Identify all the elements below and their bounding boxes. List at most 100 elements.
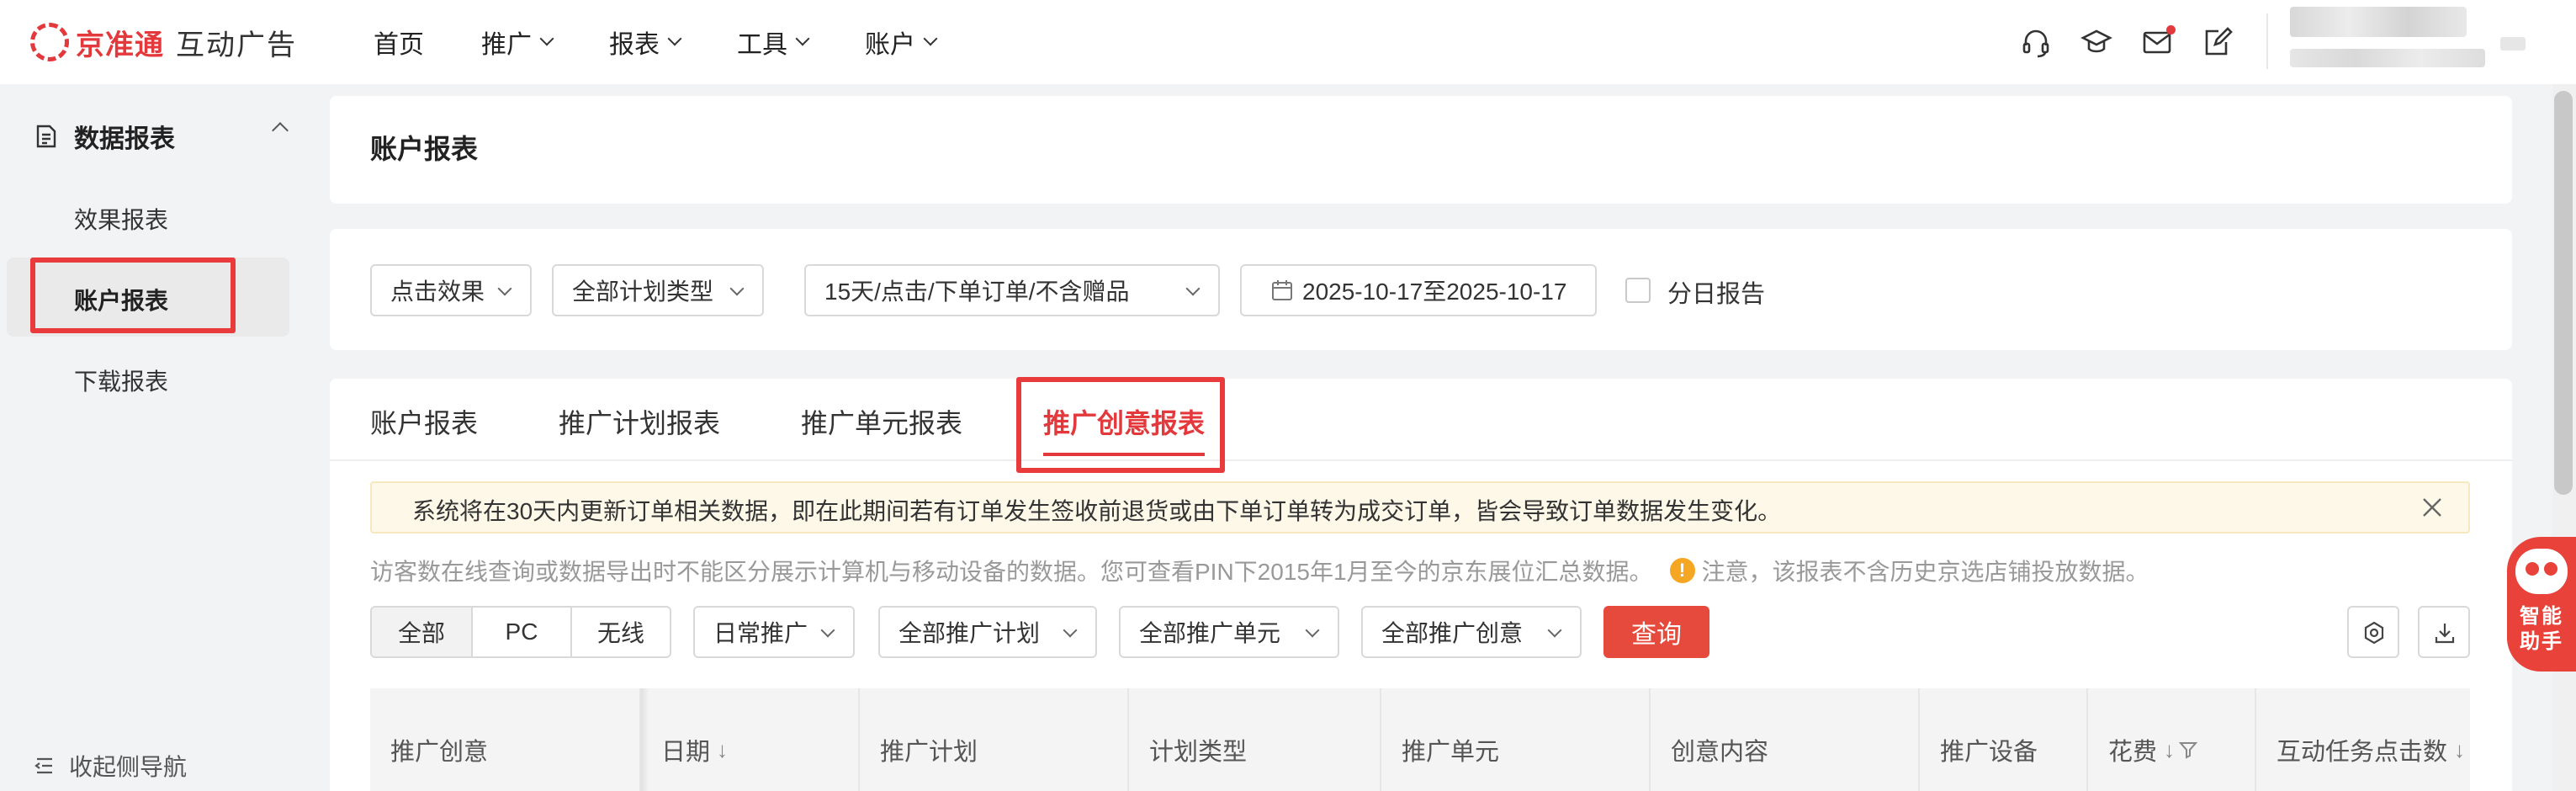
chevron-down-icon bbox=[923, 31, 938, 46]
table-header: 推广创意 日期 ↓ 推广计划 计划类型 推广单元 创意内容 推广设备 花费 ↓ 互动… bbox=[370, 688, 2470, 791]
nav-item-reports[interactable]: 报表 bbox=[609, 24, 682, 61]
column-separator bbox=[1127, 688, 1129, 791]
attribution-select-value: 15天/点击/下单订单/不含赠品 bbox=[824, 279, 1130, 305]
scrollbar-thumb[interactable] bbox=[2554, 91, 2573, 495]
tab-account-report[interactable]: 账户报表 bbox=[370, 402, 478, 441]
nav-item-tools[interactable]: 工具 bbox=[737, 24, 810, 61]
mail-icon[interactable] bbox=[2140, 25, 2176, 59]
smart-assistant-button[interactable]: 智能 助手 bbox=[2507, 537, 2576, 672]
user-account-info[interactable] bbox=[2290, 7, 2485, 67]
column-separator bbox=[2255, 688, 2256, 791]
headset-icon[interactable] bbox=[2019, 25, 2053, 59]
header-divider bbox=[2266, 13, 2268, 69]
sticky-column-shadow bbox=[641, 688, 649, 791]
sidebar-active-annotation-box bbox=[30, 257, 236, 333]
page-title: 账户报表 bbox=[370, 134, 479, 164]
column-header-unit[interactable]: 推广单元 bbox=[1402, 732, 1499, 767]
edit-note-icon[interactable] bbox=[2201, 25, 2234, 59]
column-label: 推广单元 bbox=[1402, 739, 1500, 766]
chevron-down-icon bbox=[1305, 623, 1320, 638]
sidebar-item-download-report[interactable]: 下载报表 bbox=[74, 364, 168, 397]
column-settings-button[interactable] bbox=[2347, 606, 2399, 658]
column-header-creative-content[interactable]: 创意内容 bbox=[1671, 732, 1768, 767]
notice-banner: 系统将在30天内更新订单相关数据，即在此期间若有订单发生签收前退货或由下单订单转… bbox=[370, 481, 2470, 534]
chevron-up-icon bbox=[272, 122, 289, 139]
device-option-wireless[interactable]: 无线 bbox=[572, 608, 670, 656]
main-nav: 首页 推广 报表 工具 账户 bbox=[374, 22, 993, 62]
notice-text: 系统将在30天内更新订单相关数据，即在此期间若有订单发生签收前退货或由下单订单转… bbox=[412, 498, 1782, 524]
column-header-device[interactable]: 推广设备 bbox=[1940, 732, 2038, 767]
info-text: 访客数在线查询或数据导出时不能区分展示计算机与移动设备的数据。您可查看PIN下2… bbox=[370, 559, 1653, 585]
date-range-picker[interactable]: 2025-10-17至2025-10-17 bbox=[1240, 264, 1597, 316]
close-icon[interactable] bbox=[2420, 495, 2445, 520]
promo-type-select[interactable]: 日常推广 bbox=[693, 606, 855, 658]
robot-eye bbox=[2526, 562, 2539, 576]
attribution-select[interactable]: 15天/点击/下单订单/不含赠品 bbox=[804, 264, 1220, 316]
brand-logo[interactable]: 京准通 互动广告 bbox=[30, 20, 297, 64]
filter-icon[interactable] bbox=[2178, 740, 2198, 760]
creative-filter-select[interactable]: 全部推广创意 bbox=[1361, 606, 1582, 658]
nav-item-promotion[interactable]: 推广 bbox=[481, 24, 554, 61]
notification-dot bbox=[2166, 25, 2176, 35]
device-option-all[interactable]: 全部 bbox=[372, 608, 471, 656]
daily-report-label: 分日报告 bbox=[1667, 281, 1766, 308]
sidebar-group-data-reports[interactable]: 数据报表 bbox=[34, 118, 289, 155]
report-icon bbox=[36, 125, 56, 148]
info-line: 访客数在线查询或数据导出时不能区分展示计算机与移动设备的数据。您可查看PIN下2… bbox=[370, 554, 2149, 587]
column-separator bbox=[1918, 688, 1920, 791]
column-label: 花费 bbox=[2108, 739, 2158, 766]
daily-report-checkbox[interactable] bbox=[1625, 278, 1651, 303]
sort-desc-icon[interactable]: ↓ bbox=[2164, 737, 2175, 763]
column-label: 创意内容 bbox=[1671, 739, 1769, 766]
nav-item-home[interactable]: 首页 bbox=[374, 24, 424, 61]
top-navbar: 京准通 互动广告 首页 推广 报表 工具 账户 bbox=[0, 0, 2576, 84]
column-header-date[interactable]: 日期 ↓ bbox=[661, 732, 728, 767]
plan-filter-select[interactable]: 全部推广计划 bbox=[878, 606, 1097, 658]
chevron-down-icon bbox=[539, 31, 554, 46]
device-option-pc[interactable]: PC bbox=[473, 608, 570, 656]
column-header-cost[interactable]: 花费 ↓ bbox=[2108, 732, 2198, 767]
graduation-cap-icon[interactable] bbox=[2080, 25, 2113, 59]
column-separator bbox=[2086, 688, 2088, 791]
chevron-down-icon bbox=[1063, 623, 1078, 638]
blurred-username bbox=[2290, 7, 2467, 37]
chevron-down-icon bbox=[1547, 623, 1562, 638]
assistant-label-line2: 助手 bbox=[2520, 630, 2563, 653]
nav-label: 推广 bbox=[481, 31, 532, 59]
unit-filter-select[interactable]: 全部推广单元 bbox=[1119, 606, 1339, 658]
warning-icon: ! bbox=[1669, 558, 1695, 583]
nav-label: 工具 bbox=[737, 31, 787, 59]
sort-desc-icon[interactable]: ↓ bbox=[717, 737, 728, 763]
sort-desc-icon[interactable]: ↓ bbox=[2454, 737, 2465, 763]
column-header-plan[interactable]: 推广计划 bbox=[880, 732, 978, 767]
column-label: 推广创意 bbox=[390, 739, 489, 766]
query-button[interactable]: 查询 bbox=[1603, 606, 1709, 658]
chevron-down-icon bbox=[667, 31, 682, 46]
column-separator bbox=[858, 688, 860, 791]
column-header-interaction-clicks[interactable]: 互动任务点击数 ↓ bbox=[2277, 732, 2465, 767]
effect-select-value: 点击效果 bbox=[390, 279, 485, 305]
blurred-account-id bbox=[2290, 49, 2485, 67]
nav-item-account[interactable]: 账户 bbox=[865, 24, 938, 61]
sidebar-item-effect-report[interactable]: 效果报表 bbox=[74, 202, 168, 236]
download-button[interactable] bbox=[2418, 606, 2470, 658]
brand-name: 京准通 bbox=[76, 29, 164, 61]
brand-product: 互动广告 bbox=[176, 29, 297, 61]
calendar-icon bbox=[1272, 280, 1292, 300]
warning-text: 注意，该报表不含历史京选店铺投放数据。 bbox=[1701, 559, 2149, 585]
assistant-label: 智能 助手 bbox=[2512, 604, 2571, 655]
column-header-creative[interactable]: 推广创意 bbox=[390, 732, 488, 767]
logo-mark-icon bbox=[30, 23, 69, 61]
tab-plan-report[interactable]: 推广计划报表 bbox=[559, 402, 720, 441]
robot-icon bbox=[2515, 549, 2568, 594]
assistant-label-line1: 智能 bbox=[2520, 605, 2563, 628]
effect-select[interactable]: 点击效果 bbox=[370, 264, 532, 316]
chevron-down-icon bbox=[729, 281, 745, 296]
settings-icon bbox=[2364, 621, 2384, 645]
collapse-sidebar-button[interactable]: 收起侧导航 bbox=[34, 749, 187, 783]
plan-type-select[interactable]: 全部计划类型 bbox=[552, 264, 764, 316]
active-tab-annotation-box bbox=[1016, 377, 1225, 473]
column-header-plan-type[interactable]: 计划类型 bbox=[1149, 732, 1247, 767]
tab-unit-report[interactable]: 推广单元报表 bbox=[801, 402, 962, 441]
page-title-card bbox=[330, 96, 2512, 204]
